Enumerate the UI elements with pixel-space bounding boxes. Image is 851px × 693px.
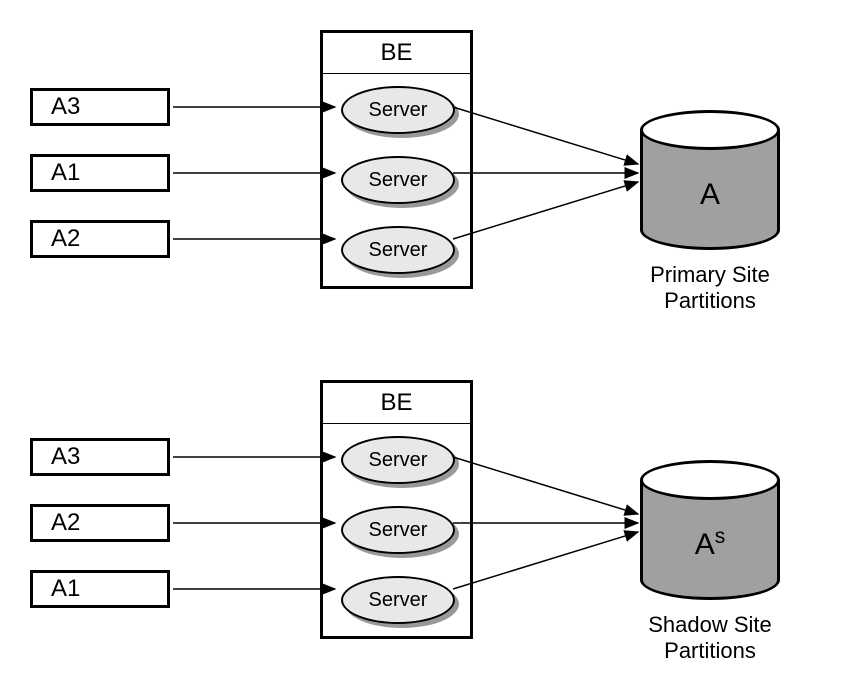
database-cylinder: A Primary Site Partitions	[640, 110, 780, 260]
input-label: A2	[51, 225, 80, 253]
server-node: Server	[341, 506, 455, 554]
input-label: A3	[51, 93, 80, 121]
cylinder-label: As	[695, 525, 726, 562]
database-cylinder: As Shadow Site Partitions	[640, 460, 780, 610]
cylinder-caption: Shadow Site Partitions	[620, 612, 800, 664]
server-label: Server	[369, 449, 428, 472]
input-label: A3	[51, 443, 80, 471]
server-label: Server	[369, 99, 428, 122]
cylinder-top	[640, 110, 780, 150]
be-header: BE	[323, 383, 470, 424]
input-box: A3	[30, 438, 170, 476]
server-label: Server	[369, 589, 428, 612]
server-label: Server	[369, 519, 428, 542]
input-box: A1	[30, 154, 170, 192]
be-body: Server Server Server	[323, 74, 470, 286]
input-box: A1	[30, 570, 170, 608]
be-container: BE Server Server Server	[320, 30, 473, 289]
server-node: Server	[341, 576, 455, 624]
cylinder-top	[640, 460, 780, 500]
input-label: A1	[51, 159, 80, 187]
input-box: A3	[30, 88, 170, 126]
server-node: Server	[341, 226, 455, 274]
server-label: Server	[369, 169, 428, 192]
cylinder-caption: Primary Site Partitions	[620, 262, 800, 314]
be-header: BE	[323, 33, 470, 74]
server-node: Server	[341, 156, 455, 204]
cylinder-label: A	[700, 175, 720, 212]
input-box: A2	[30, 504, 170, 542]
be-body: Server Server Server	[323, 424, 470, 636]
input-label: A2	[51, 509, 80, 537]
server-label: Server	[369, 239, 428, 262]
shadow-site-section: A3 A2 A1 BE Server Server Server As Shad…	[20, 370, 831, 670]
be-container: BE Server Server Server	[320, 380, 473, 639]
server-node: Server	[341, 436, 455, 484]
input-label: A1	[51, 575, 80, 603]
input-box: A2	[30, 220, 170, 258]
primary-site-section: A3 A1 A2 BE Server Server Server A Prima…	[20, 20, 831, 320]
server-node: Server	[341, 86, 455, 134]
